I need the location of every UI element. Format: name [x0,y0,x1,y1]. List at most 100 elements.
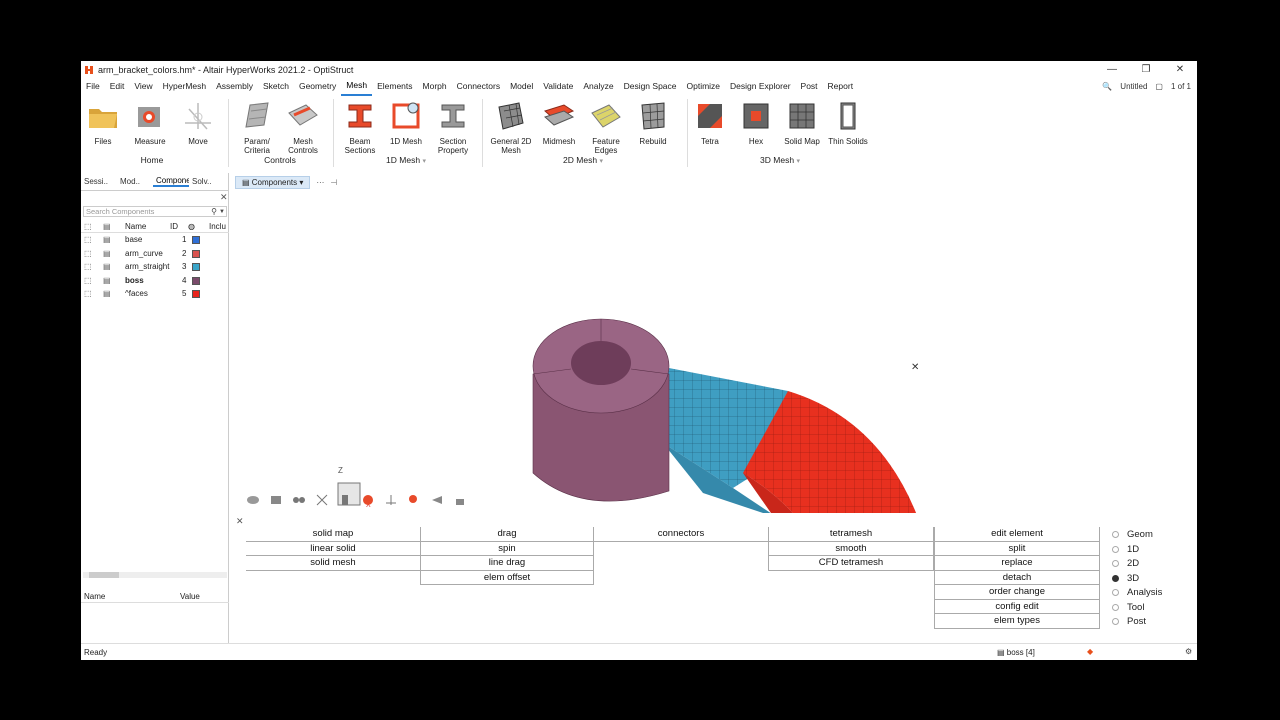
table-row[interactable]: ⬚ ▤ ^faces 5 [81,287,229,300]
panel-order-change[interactable]: order change [934,585,1100,600]
panel-tetramesh[interactable]: tetramesh [768,527,934,542]
midmesh-tool[interactable]: Midmesh [533,99,585,146]
radio-post[interactable]: Post [1112,616,1146,627]
gear-icon[interactable]: ⚙ [1185,647,1192,656]
radio-1d[interactable]: 1D [1112,544,1139,555]
radio-3d[interactable]: 3D [1112,573,1139,584]
menu-design-space[interactable]: Design Space [619,78,682,95]
tab-solver[interactable]: Solv.. [189,177,225,186]
table-row[interactable]: ⬚ ▤ arm_curve 2 [81,247,229,260]
radio-analysis[interactable]: Analysis [1112,587,1162,598]
menu-analyze[interactable]: Analyze [578,78,618,95]
component-icon[interactable] [269,493,285,507]
close-icon[interactable]: ✕ [220,192,228,203]
minimize-button[interactable]: — [1095,61,1129,78]
measure-tool[interactable]: Measure [124,99,176,146]
menu-mesh[interactable]: Mesh [341,77,373,96]
panel-cfd-tetramesh[interactable]: CFD tetramesh [768,556,934,571]
panel-solid-mesh[interactable]: solid mesh [246,556,420,571]
panel-connectors[interactable]: connectors [594,527,768,542]
table-row[interactable]: ⬚ ▤ arm_straight 3 [81,260,229,273]
transform-icon[interactable] [315,493,331,507]
menu-edit[interactable]: Edit [105,78,130,95]
feature-edges-tool[interactable]: Feature Edges [580,99,632,155]
move-tool[interactable]: Move [172,99,224,146]
find-icon[interactable] [407,493,423,507]
panel-edit-element[interactable]: edit element [934,527,1100,542]
search-icon[interactable]: ⚲ [211,207,217,217]
panel-linear-solid[interactable]: linear solid [246,542,420,556]
mesh-controls-tool[interactable]: Mesh Controls [277,99,329,155]
no-entry-icon[interactable] [361,493,377,507]
group-3d-mesh[interactable]: 3D Mesh ▾ [755,155,805,165]
list-icon[interactable]: ▤ [103,222,111,231]
panel-solid-map[interactable]: solid map [246,527,420,542]
session-dropdown[interactable]: Untitled [1120,82,1147,91]
panel-detach[interactable]: detach [934,570,1100,585]
panel-drag[interactable]: drag [420,527,594,542]
hex-tool[interactable]: Hex [730,99,782,146]
close-icon[interactable]: ✕ [236,516,244,527]
menu-geometry[interactable]: Geometry [294,78,341,95]
menu-sketch[interactable]: Sketch [258,78,294,95]
menu-morph[interactable]: Morph [418,78,452,95]
panel-replace[interactable]: replace [934,556,1100,571]
graphics-viewport[interactable]: ▤ Components ▾ ⋯ ⊣ ✕ Z X [233,173,1197,513]
panel-config-edit[interactable]: config edit [934,599,1100,614]
group-2d-mesh[interactable]: 2D Mesh ▾ [557,155,609,165]
menu-hypermesh[interactable]: HyperMesh [158,78,211,95]
current-component[interactable]: ▤ boss [4] [997,648,1035,657]
radio-geom[interactable]: Geom [1112,529,1153,540]
menu-elements[interactable]: Elements [372,78,417,95]
menu-post[interactable]: Post [796,78,823,95]
tab-session[interactable]: Sessi.. [81,177,117,186]
menu-view[interactable]: View [129,78,157,95]
section-property-tool[interactable]: Section Property [427,99,479,155]
rebuild-tool[interactable]: Rebuild [627,99,679,146]
link-icon[interactable] [292,493,308,507]
clip-icon[interactable] [338,493,354,507]
general-2d-mesh-tool[interactable]: General 2D Mesh [485,99,537,155]
tetra-tool[interactable]: Tetra [684,99,736,146]
panel-split[interactable]: split [934,541,1100,556]
lock-icon[interactable] [453,493,469,507]
param-criteria-tool[interactable]: Param/ Criteria [231,99,283,155]
solid-map-tool[interactable]: Solid Map [776,99,828,146]
horizontal-scrollbar[interactable] [83,572,227,578]
menu-optimize[interactable]: Optimize [682,78,726,95]
panel-elem-offset[interactable]: elem offset [420,570,594,585]
panel-line-drag[interactable]: line drag [420,556,594,571]
panel-elem-types[interactable]: elem types [934,614,1100,629]
tab-model[interactable]: Mod.. [117,177,153,186]
1d-mesh-tool[interactable]: 1D Mesh [380,99,432,146]
files-tool[interactable]: Files [81,99,129,146]
page-counter[interactable]: 1 of 1 [1171,82,1191,91]
table-row[interactable]: ⬚ ▤ boss 4 [81,274,229,287]
mask-icon[interactable] [430,493,446,507]
radio-tool[interactable]: Tool [1112,602,1144,613]
menu-connectors[interactable]: Connectors [452,78,505,95]
chevron-down-icon[interactable]: ▼ [219,207,225,217]
visibility-icon[interactable]: ⬚ [84,222,92,231]
radio-2d[interactable]: 2D [1112,558,1139,569]
menu-design-explorer[interactable]: Design Explorer [725,78,795,95]
panel-spin[interactable]: spin [420,541,594,556]
group-1d-mesh[interactable]: 1D Mesh ▾ [381,155,431,165]
panel-smooth[interactable]: smooth [768,541,934,556]
menu-report[interactable]: Report [823,78,859,95]
color-wheel-icon[interactable]: ◍ [188,222,195,231]
menu-validate[interactable]: Validate [538,78,578,95]
thin-solids-tool[interactable]: Thin Solids [822,99,874,146]
beam-sections-tool[interactable]: Beam Sections [334,99,386,155]
axes-icon[interactable] [384,493,400,507]
model-render[interactable]: ✕ Z X [233,173,1197,513]
tab-components[interactable]: Componen.. [153,176,189,187]
menu-model[interactable]: Model [505,78,538,95]
search-icon[interactable]: 🔍 [1102,82,1112,91]
menu-file[interactable]: File [81,78,105,95]
restore-button[interactable]: ❐ [1129,61,1163,78]
page-icon[interactable]: ▢ [1155,82,1163,91]
menu-assembly[interactable]: Assembly [211,78,258,95]
table-row[interactable]: ⬚ ▤ base 1 [81,233,229,246]
close-button[interactable]: ✕ [1163,61,1197,78]
